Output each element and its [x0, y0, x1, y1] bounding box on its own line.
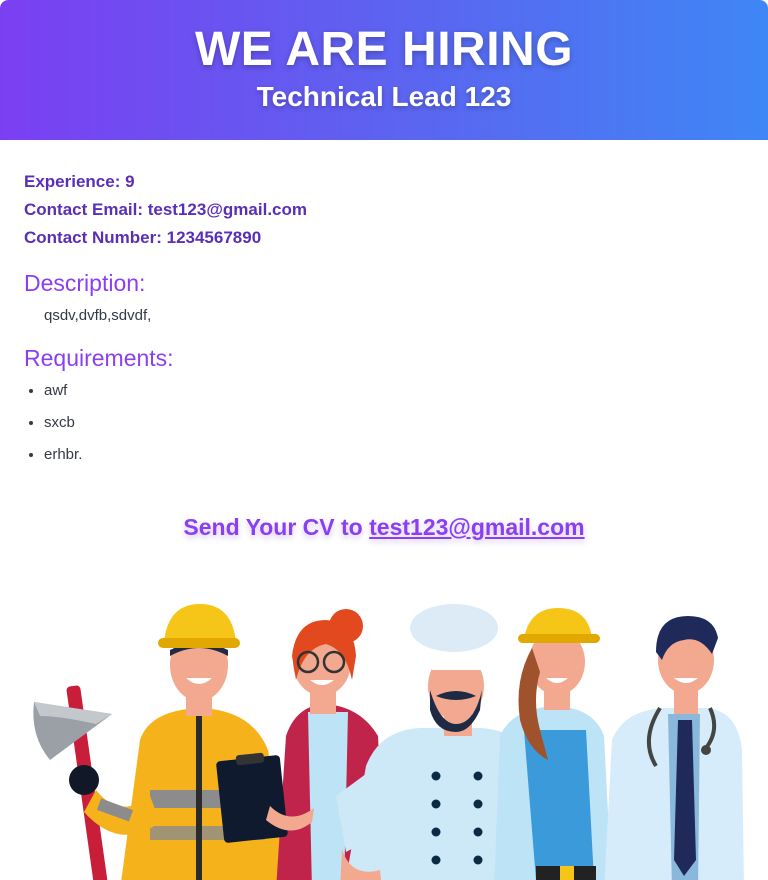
- job-details: Experience: 9 Contact Email: test123@gma…: [0, 140, 768, 541]
- requirement-item: sxcb: [44, 412, 744, 434]
- description-heading: Description:: [24, 270, 146, 296]
- construction-worker-figure: [494, 608, 612, 880]
- requirement-item: erhbr.: [44, 444, 744, 466]
- requirement-item: awf: [44, 380, 744, 402]
- requirements-list: awf sxcb erhbr.: [24, 380, 744, 466]
- hiring-banner: WE ARE HIRING Technical Lead 123: [0, 0, 768, 140]
- clipboard-icon: [216, 752, 288, 843]
- banner-title: WE ARE HIRING: [194, 23, 574, 76]
- contact-email-line: Contact Email: test123@gmail.com: [24, 200, 307, 219]
- cv-email-link[interactable]: test123@gmail.com: [369, 514, 584, 540]
- requirements-heading: Requirements:: [24, 345, 174, 371]
- doctor-figure: [604, 616, 744, 880]
- contact-number-line: Contact Number: 1234567890: [24, 228, 262, 247]
- description-text: qsdv,dvfb,sdvdf,: [44, 307, 152, 324]
- experience-line: Experience: 9: [24, 172, 135, 191]
- send-cv-callout: Send Your CV to test123@gmail.com: [24, 514, 744, 541]
- workers-group-illustration: [33, 604, 744, 880]
- send-cv-text: Send Your CV to: [183, 514, 363, 540]
- job-title: Technical Lead 123: [256, 81, 512, 112]
- job-post-card: WE ARE HIRING Technical Lead 123 Experie…: [0, 0, 768, 880]
